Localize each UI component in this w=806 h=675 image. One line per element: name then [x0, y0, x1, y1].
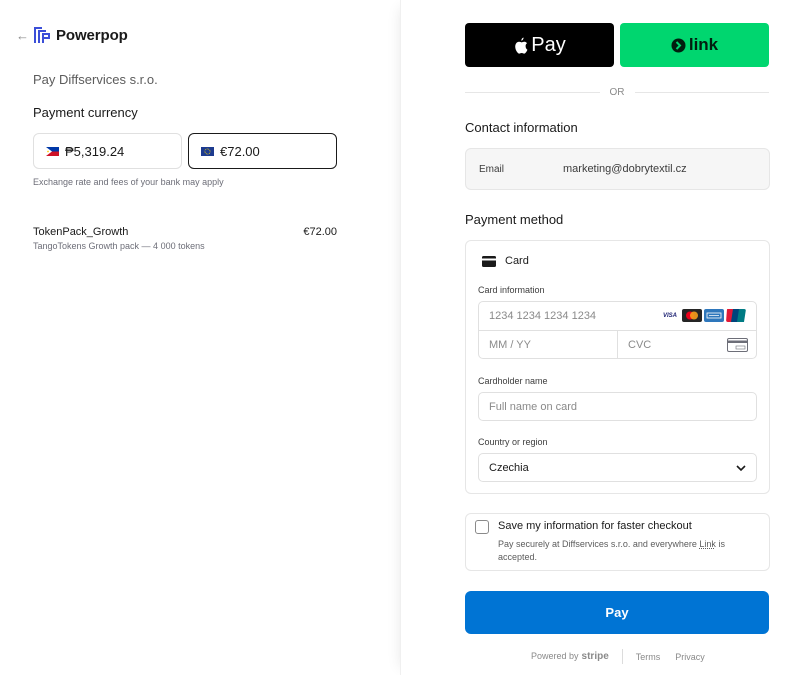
payment-method-title: Payment method	[465, 212, 564, 227]
currency-label-eur: €72.00	[220, 143, 260, 159]
item-price: €72.00	[303, 226, 337, 238]
philippines-flag-icon	[46, 146, 59, 156]
link-arrow-icon	[671, 38, 686, 52]
link-info-link[interactable]: Link	[699, 539, 716, 549]
cvc-placeholder: CVC	[628, 339, 652, 351]
country-select[interactable]: Czechia	[478, 453, 757, 482]
expiry-placeholder: MM / YY	[489, 339, 531, 351]
back-arrow-icon[interactable]: ←	[16, 28, 32, 43]
chevron-down-icon	[736, 465, 746, 472]
card-method-label: Card	[505, 255, 529, 267]
exchange-rate-note: Exchange rate and fees of your bank may …	[33, 177, 224, 187]
footer-divider	[621, 649, 623, 664]
wallet-buttons: Pay link	[465, 23, 769, 67]
email-value: marketing@dobrytextil.cz	[563, 163, 687, 175]
currency-selector: ₱5,319.24 €72.00	[33, 133, 337, 169]
card-brands: VISA	[660, 309, 746, 322]
eu-flag-icon	[201, 146, 214, 156]
terms-link[interactable]: Terms	[636, 652, 661, 662]
save-info-checkbox[interactable]	[475, 520, 489, 534]
item-name: TokenPack_Growth	[33, 226, 129, 238]
powerpop-logo-icon	[34, 27, 50, 43]
footer: Powered by stripe Terms Privacy	[531, 649, 720, 664]
visa-icon: VISA	[662, 312, 677, 319]
stripe-logo: stripe	[581, 651, 609, 662]
contact-email-field[interactable]: Email marketing@dobrytextil.cz	[465, 148, 770, 190]
cardholder-name-input[interactable]: Full name on card	[478, 392, 757, 421]
item-description: TangoTokens Growth pack — 4 000 tokens	[33, 241, 205, 251]
apple-pay-label: Pay	[531, 33, 566, 56]
apple-pay-button[interactable]: Pay	[465, 23, 614, 67]
currency-option-php[interactable]: ₱5,319.24	[33, 133, 182, 169]
payment-currency-title: Payment currency	[33, 105, 138, 120]
order-summary-panel: ← Powerpop Pay Diffservices s.r.o. Payme…	[0, 0, 400, 675]
amex-icon	[704, 309, 724, 322]
apple-icon	[515, 37, 528, 54]
save-info-box: Save my information for faster checkout …	[465, 513, 770, 571]
link-pay-button[interactable]: link	[620, 23, 769, 67]
card-information-label: Card information	[478, 285, 545, 295]
cvc-input[interactable]: CVC	[618, 331, 758, 359]
pay-to-merchant: Pay Diffservices s.r.o.	[33, 72, 158, 87]
pay-button[interactable]: Pay	[465, 591, 769, 634]
expiry-input[interactable]: MM / YY	[479, 331, 618, 359]
powered-by-text: Powered by	[531, 651, 579, 661]
save-desc-text: Pay securely at Diffservices s.r.o. and …	[498, 539, 700, 549]
or-text: OR	[609, 87, 625, 98]
or-divider: OR	[465, 87, 769, 98]
card-icon	[482, 255, 496, 267]
brand-name[interactable]: Powerpop	[56, 27, 128, 44]
country-region-label: Country or region	[478, 437, 548, 447]
unionpay-icon	[726, 309, 746, 322]
line-item: TokenPack_Growth €72.00 TangoTokens Grow…	[33, 226, 337, 251]
privacy-link[interactable]: Privacy	[675, 652, 705, 662]
country-value: Czechia	[489, 461, 529, 474]
card-number-placeholder: 1234 1234 1234 1234	[489, 310, 597, 322]
powered-by-stripe[interactable]: Powered by stripe	[531, 651, 609, 662]
card-number-input[interactable]: 1234 1234 1234 1234 VISA	[479, 302, 756, 331]
contact-information-title: Contact information	[465, 120, 578, 135]
cardholder-name-label: Cardholder name	[478, 376, 548, 386]
card-method-header[interactable]: Card	[482, 255, 529, 267]
email-label: Email	[479, 163, 505, 175]
currency-option-eur[interactable]: €72.00	[188, 133, 337, 169]
card-payment-method: Card Card information 1234 1234 1234 123…	[465, 240, 770, 494]
mastercard-icon	[682, 309, 702, 322]
save-info-description: Pay securely at Diffservices s.r.o. and …	[498, 538, 758, 564]
save-info-title[interactable]: Save my information for faster checkout	[498, 520, 692, 532]
brand-header: ← Powerpop	[16, 24, 128, 46]
cvc-card-icon	[727, 338, 748, 352]
card-information-fields: 1234 1234 1234 1234 VISA MM / YY CVC	[478, 301, 757, 359]
currency-label-php: ₱5,319.24	[65, 143, 125, 159]
cardholder-name-placeholder: Full name on card	[489, 400, 578, 413]
link-pay-label: link	[688, 35, 719, 54]
